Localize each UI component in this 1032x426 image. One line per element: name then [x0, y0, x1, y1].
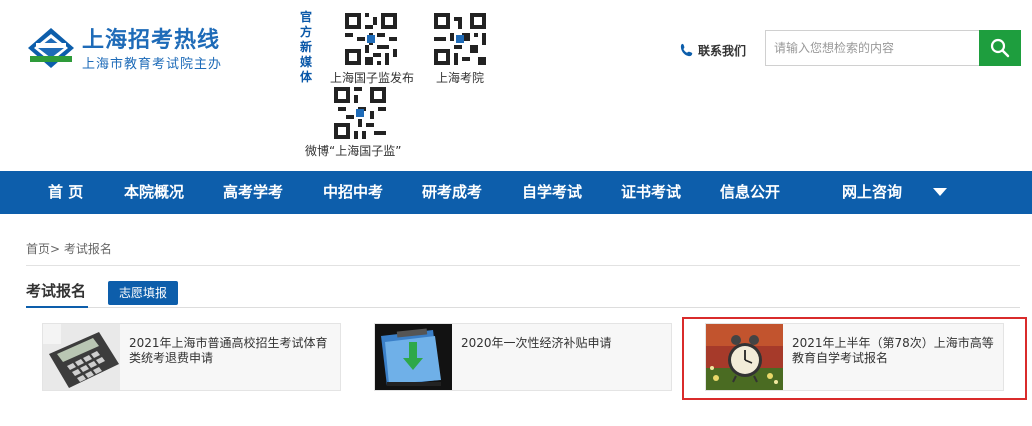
- breadcrumb-current: 考试报名: [63, 242, 112, 256]
- nav-item-certificate[interactable]: 证书考试: [621, 171, 681, 214]
- card-self-exam-registration[interactable]: 2021年上半年（第78次）上海市高等教育自学考试报名: [705, 323, 1004, 391]
- qr-code-shgzj: [345, 13, 397, 65]
- tab-volunteer-filling[interactable]: 志愿填报: [108, 281, 178, 305]
- phone-icon: [680, 43, 693, 57]
- search-icon: [990, 38, 1010, 58]
- nav-item-consult[interactable]: 网上咨询: [842, 171, 902, 214]
- qr-caption-shgzj: 上海国子监发布: [330, 71, 415, 85]
- breadcrumb-divider: [26, 265, 1020, 266]
- calculator-icon: [43, 324, 120, 390]
- search-button[interactable]: [979, 30, 1021, 66]
- nav-dropdown-caret-icon[interactable]: [933, 188, 947, 196]
- qr-code-weibo: [334, 87, 386, 139]
- card-title: 2020年一次性经济补贴申请: [461, 336, 612, 350]
- nav-item-gaokao[interactable]: 高考学考: [223, 171, 283, 214]
- card-title: 2021年上半年（第78次）上海市高等教育自学考试报名: [792, 336, 994, 365]
- card-title: 2021年上海市普通高校招生考试体育类统考退费申请: [129, 336, 328, 365]
- download-folder-icon: [375, 324, 452, 390]
- site-title: 上海招考热线: [82, 28, 221, 53]
- nav-item-zhongkao[interactable]: 中招中考: [323, 171, 383, 214]
- card-pe-refund[interactable]: 2021年上海市普通高校招生考试体育类统考退费申请: [42, 323, 341, 391]
- qr-code-icon: [345, 13, 397, 65]
- contact-us-label: 联系我们: [698, 44, 747, 58]
- tab-active-underline: [26, 306, 88, 308]
- nav-item-home[interactable]: 首 页: [48, 171, 83, 214]
- qr-code-icon: [434, 13, 486, 65]
- alarm-clock-icon: [706, 324, 783, 390]
- tab-baseline: [26, 307, 1020, 308]
- logo-emblem-icon: [28, 28, 74, 68]
- qr-caption-shky: 上海考院: [436, 71, 485, 85]
- card-subsidy[interactable]: 2020年一次性经济补贴申请: [374, 323, 672, 391]
- qr-code-icon: [334, 87, 386, 139]
- breadcrumb-separator: >: [50, 242, 61, 256]
- nav-item-info[interactable]: 信息公开: [720, 171, 780, 214]
- contact-us-link[interactable]: 联系我们: [680, 42, 746, 59]
- tab-exam-registration[interactable]: 考试报名: [26, 280, 86, 301]
- nav-item-yankao[interactable]: 研考成考: [422, 171, 482, 214]
- qr-code-shky: [434, 13, 486, 65]
- site-logo[interactable]: 上海招考热线 上海市教育考试院主办: [26, 20, 226, 76]
- download-folder-thumbnail: [375, 324, 452, 390]
- main-nav: 首 页 本院概况 高考学考 中招中考 研考成考 自学考试 证书考试 信息公开 网…: [0, 171, 1032, 214]
- nav-item-zikao[interactable]: 自学考试: [522, 171, 582, 214]
- search-input[interactable]: 请输入您想检索的内容: [765, 30, 979, 66]
- nav-item-about[interactable]: 本院概况: [124, 171, 184, 214]
- official-media-label: 官方新媒体: [299, 10, 312, 84]
- qr-caption-weibo: 微博“上海国子监”: [305, 144, 402, 158]
- breadcrumb-home-link[interactable]: 首页: [26, 242, 50, 256]
- alarm-clock-thumbnail: [706, 324, 783, 390]
- calculator-thumbnail: [43, 324, 120, 390]
- breadcrumb: 首页> 考试报名: [26, 240, 112, 257]
- site-subtitle: 上海市教育考试院主办: [82, 57, 223, 72]
